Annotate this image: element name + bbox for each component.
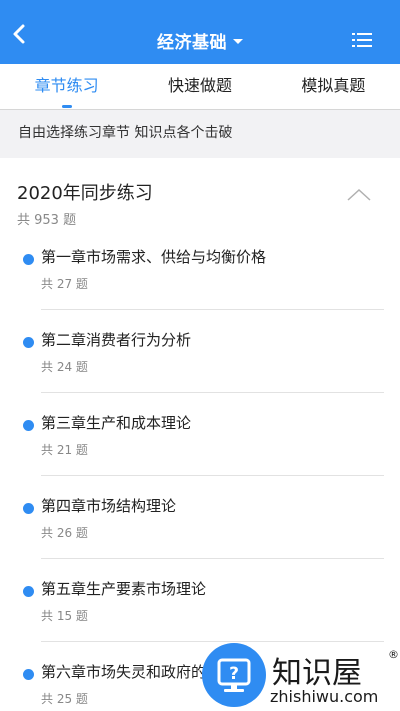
bullet-dot-icon bbox=[23, 669, 34, 680]
chapter-name: 第四章市场结构理论 bbox=[41, 497, 177, 515]
chapter-item[interactable]: 第四章市场结构理论 共 26 题 bbox=[0, 485, 400, 568]
bullet-dot-icon bbox=[23, 503, 34, 514]
page-title: 经济基础 bbox=[157, 32, 227, 53]
watermark-brand: 知识屋 bbox=[272, 656, 362, 691]
bullet-dot-icon bbox=[23, 254, 34, 265]
collapse-button[interactable] bbox=[346, 186, 372, 204]
divider bbox=[41, 475, 384, 476]
chapter-name: 第二章消费者行为分析 bbox=[41, 331, 192, 349]
chapter-name: 第三章生产和成本理论 bbox=[41, 414, 192, 432]
chapter-count: 共 27 题 bbox=[41, 277, 88, 291]
divider bbox=[41, 641, 384, 642]
tab-chapter-practice[interactable]: 章节练习 bbox=[0, 64, 133, 110]
chapter-item[interactable]: 第三章生产和成本理论 共 21 题 bbox=[0, 402, 400, 485]
caret-down-icon bbox=[233, 38, 243, 44]
section-count: 共 953 题 bbox=[17, 213, 77, 228]
chapter-count: 共 15 题 bbox=[41, 609, 88, 623]
svg-text:?: ? bbox=[229, 664, 239, 684]
tab-mock-exam[interactable]: 模拟真题 bbox=[267, 64, 400, 110]
practice-section: 2020年同步练习 共 953 题 第一章市场需求、供给与均衡价格 共 27 题… bbox=[0, 158, 400, 711]
chevron-up-icon bbox=[347, 188, 371, 201]
chapter-item[interactable]: 第五章生产要素市场理论 共 15 题 bbox=[0, 568, 400, 651]
tab-label: 模拟真题 bbox=[301, 76, 366, 95]
divider bbox=[41, 309, 384, 310]
chapter-count: 共 25 题 bbox=[41, 692, 88, 706]
subject-selector[interactable]: 经济基础 bbox=[0, 28, 400, 53]
divider bbox=[41, 392, 384, 393]
hint-banner: 自由选择练习章节 知识点各个击破 bbox=[0, 110, 400, 158]
chapter-name: 第五章生产要素市场理论 bbox=[41, 580, 207, 598]
active-tab-indicator bbox=[61, 105, 72, 108]
divider bbox=[41, 558, 384, 559]
bullet-dot-icon bbox=[23, 420, 34, 431]
tab-label: 章节练习 bbox=[34, 76, 99, 95]
tab-label: 快速做题 bbox=[167, 76, 232, 95]
chapter-count: 共 24 题 bbox=[41, 360, 88, 374]
question-monitor-icon: ? bbox=[217, 658, 251, 692]
chapter-list: 第一章市场需求、供给与均衡价格 共 27 题 第二章消费者行为分析 共 24 题… bbox=[0, 236, 400, 711]
chapter-item[interactable]: 第一章市场需求、供给与均衡价格 共 27 题 bbox=[0, 236, 400, 319]
watermark-logo: ? bbox=[202, 643, 266, 707]
chapter-name: 第六章市场失灵和政府的 bbox=[41, 663, 207, 681]
bullet-dot-icon bbox=[23, 337, 34, 348]
tab-bar: 章节练习 快速做题 模拟真题 bbox=[0, 64, 400, 110]
tab-quick-practice[interactable]: 快速做题 bbox=[133, 64, 266, 110]
list-menu-icon bbox=[352, 33, 372, 47]
menu-button[interactable] bbox=[352, 31, 372, 49]
chapter-count: 共 21 题 bbox=[41, 443, 88, 457]
watermark-registered-mark: ® bbox=[388, 648, 399, 661]
watermark-url: zhishiwu.com bbox=[270, 687, 379, 706]
chapter-name: 第一章市场需求、供给与均衡价格 bbox=[41, 248, 267, 266]
section-title: 2020年同步练习 bbox=[17, 183, 153, 204]
app-header: 经济基础 bbox=[0, 0, 400, 64]
chapter-count: 共 26 题 bbox=[41, 526, 88, 540]
chapter-item[interactable]: 第二章消费者行为分析 共 24 题 bbox=[0, 319, 400, 402]
bullet-dot-icon bbox=[23, 586, 34, 597]
